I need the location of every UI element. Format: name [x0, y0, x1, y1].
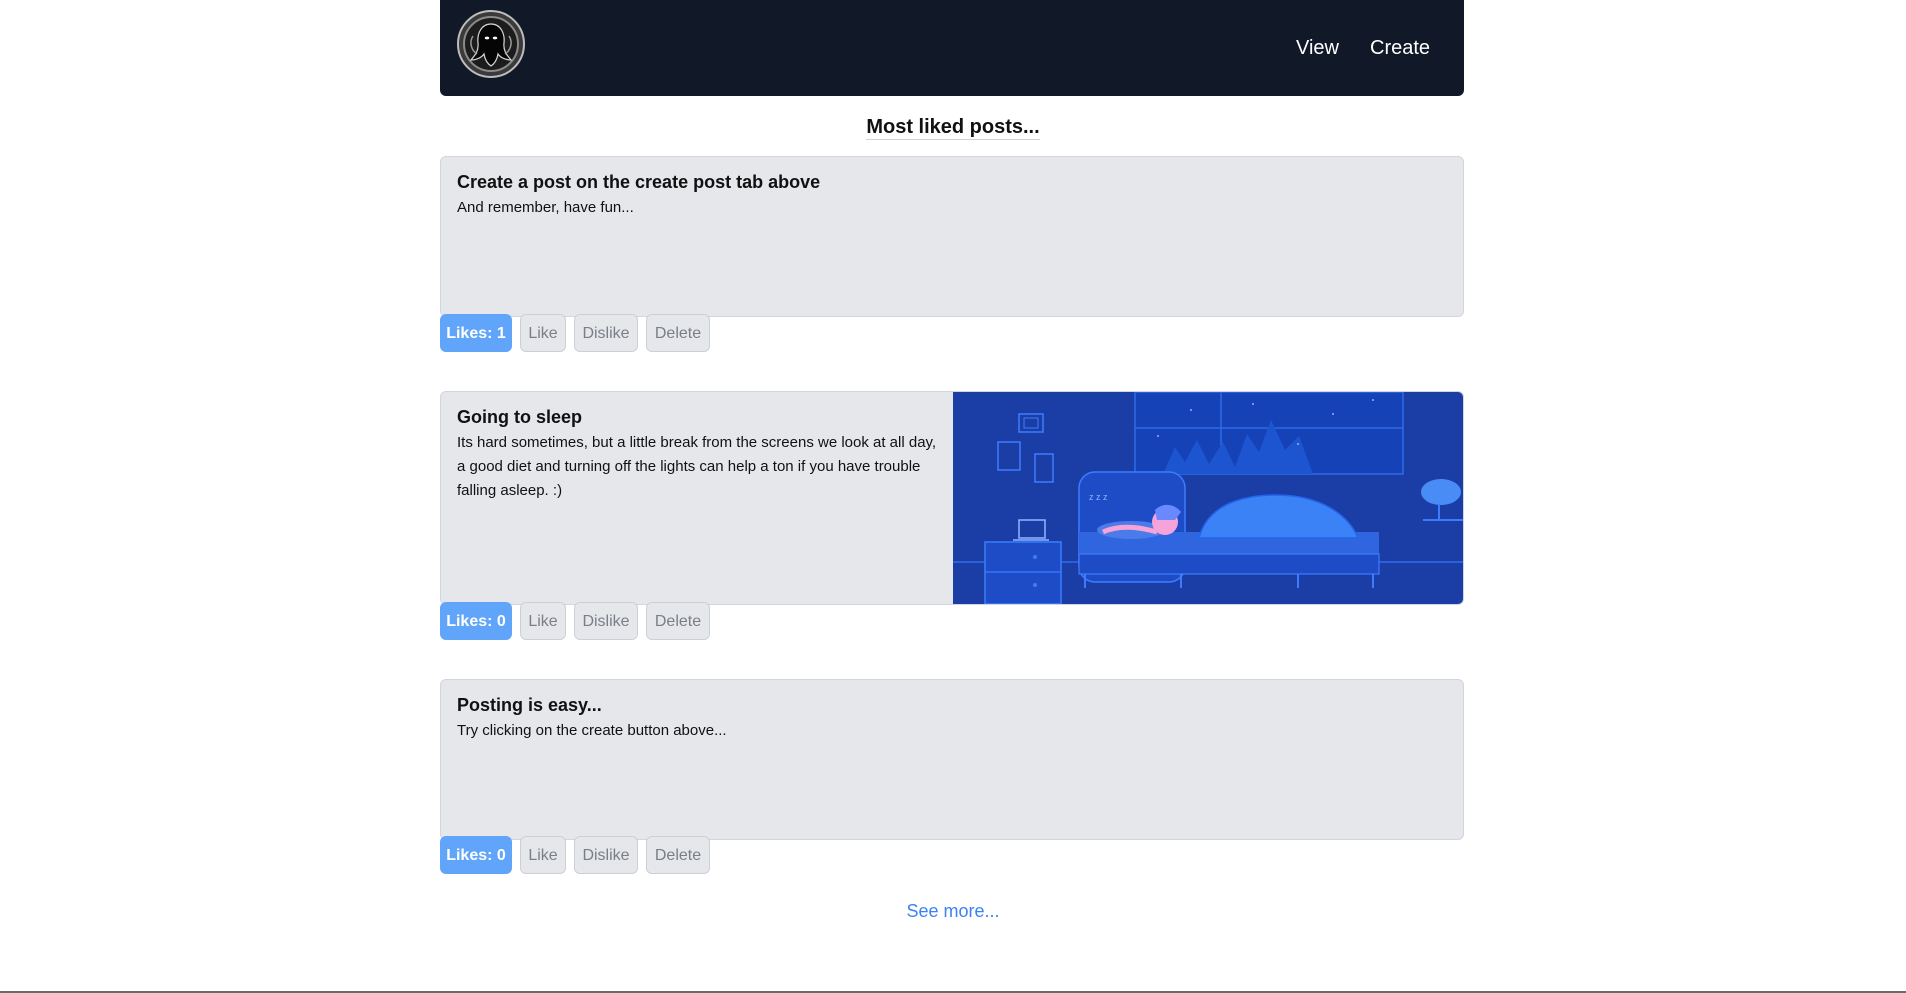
top-navbar: View Create: [440, 0, 1464, 96]
delete-button[interactable]: Delete: [646, 602, 710, 640]
sleeping-person-illustration: z z z: [953, 392, 1463, 604]
scrollbar-track[interactable]: [1901, 0, 1906, 880]
delete-button[interactable]: Delete: [646, 836, 710, 874]
dislike-button[interactable]: Dislike: [574, 836, 638, 874]
delete-button[interactable]: Delete: [646, 314, 710, 352]
section-title-text: Most liked posts...: [866, 116, 1040, 140]
like-button[interactable]: Like: [520, 836, 566, 874]
dislike-button[interactable]: Dislike: [574, 602, 638, 640]
like-button[interactable]: Like: [520, 314, 566, 352]
svg-text:z z z: z z z: [1089, 492, 1108, 502]
post-body: Try clicking on the create button above.…: [457, 722, 727, 739]
post-content: Going to sleep Its hard sometimes, but a…: [457, 404, 947, 503]
post-card: Create a post on the create post tab abo…: [440, 156, 1464, 317]
nav-view-link[interactable]: View: [1296, 36, 1339, 60]
post-card: Posting is easy... Try clicking on the c…: [440, 679, 1464, 840]
nav-create-link[interactable]: Create: [1370, 36, 1430, 60]
post-content: Create a post on the create post tab abo…: [457, 169, 1437, 220]
post-title: Create a post on the create post tab abo…: [457, 172, 821, 192]
post-title: Going to sleep: [457, 407, 583, 427]
post-body: And remember, have fun...: [457, 199, 634, 216]
section-title: Most liked posts...: [0, 113, 1906, 141]
likes-badge: Likes: 0: [440, 602, 512, 640]
post-title: Posting is easy...: [457, 695, 602, 715]
ghost-logo-icon[interactable]: [457, 10, 525, 78]
post-card: Going to sleep Its hard sometimes, but a…: [440, 391, 1464, 605]
likes-badge: Likes: 1: [440, 314, 512, 352]
see-more-link[interactable]: See more...: [0, 899, 1906, 923]
post-body: Its hard sometimes, but a little break f…: [457, 434, 937, 499]
see-more-label[interactable]: See more...: [906, 901, 999, 921]
like-button[interactable]: Like: [520, 602, 566, 640]
post-content: Posting is easy... Try clicking on the c…: [457, 692, 1437, 743]
dislike-button[interactable]: Dislike: [574, 314, 638, 352]
likes-badge: Likes: 0: [440, 836, 512, 874]
